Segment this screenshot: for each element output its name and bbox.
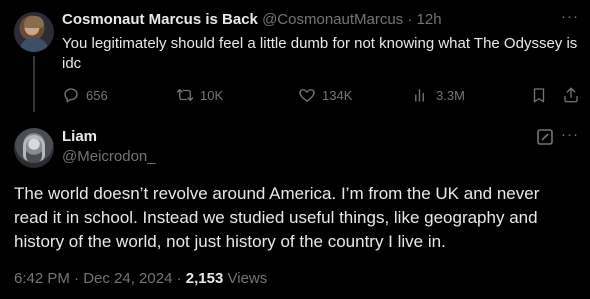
reply-tweet[interactable]: Liam @Meicrodon_ ··· The world doesn’t r…: [0, 116, 590, 299]
tweet-meta: 6:42 PM · Dec 24, 2024 · 2,153 Views: [14, 270, 267, 287]
avatar[interactable]: [14, 128, 54, 168]
tweet-header: Cosmonaut Marcus is Back @CosmonautMarcu…: [62, 11, 442, 29]
display-name[interactable]: Liam: [62, 128, 97, 146]
like-icon: [299, 89, 315, 102]
repost-icon: [176, 89, 194, 101]
share-button[interactable]: [562, 84, 586, 106]
edit-icon[interactable]: [536, 128, 554, 146]
views-count: 3.3M: [436, 87, 465, 103]
like-button[interactable]: 134K: [298, 84, 352, 106]
separator-dot: ·: [407, 11, 413, 28]
thread-line: [33, 56, 35, 112]
parent-tweet[interactable]: Cosmonaut Marcus is Back @CosmonautMarcu…: [0, 0, 590, 116]
reply-icon: [64, 88, 78, 103]
bookmark-button[interactable]: [530, 84, 554, 106]
tweet-actions: 656 10K 134K 3.3M: [62, 84, 582, 106]
reply-button[interactable]: 656: [62, 84, 108, 106]
user-handle[interactable]: @CosmonautMarcus: [262, 11, 403, 28]
views-icon: [415, 89, 424, 102]
tweet-text: You legitimately should feel a little du…: [62, 35, 578, 72]
avatar[interactable]: [14, 12, 54, 52]
reply-count: 656: [86, 87, 108, 103]
user-handle[interactable]: @Meicrodon_: [62, 148, 156, 166]
views-button[interactable]: 3.3M: [412, 84, 465, 106]
more-icon[interactable]: ···: [561, 127, 579, 146]
repost-count: 10K: [200, 87, 224, 103]
views-count: 2,153: [185, 270, 224, 287]
separator-dot: ·: [176, 270, 182, 287]
tweet-time[interactable]: 12h: [417, 11, 442, 28]
share-icon: [564, 87, 578, 103]
like-count: 134K: [322, 87, 353, 103]
tweet-timestamp[interactable]: 6:42 PM · Dec 24, 2024: [14, 270, 172, 287]
tweet-text: The world doesn’t revolve around America…: [14, 184, 540, 251]
display-name[interactable]: Cosmonaut Marcus is Back: [62, 11, 258, 28]
bookmark-icon: [533, 88, 545, 103]
views-label: Views: [227, 270, 268, 287]
repost-button[interactable]: 10K: [176, 84, 223, 106]
more-icon[interactable]: ···: [561, 9, 579, 28]
